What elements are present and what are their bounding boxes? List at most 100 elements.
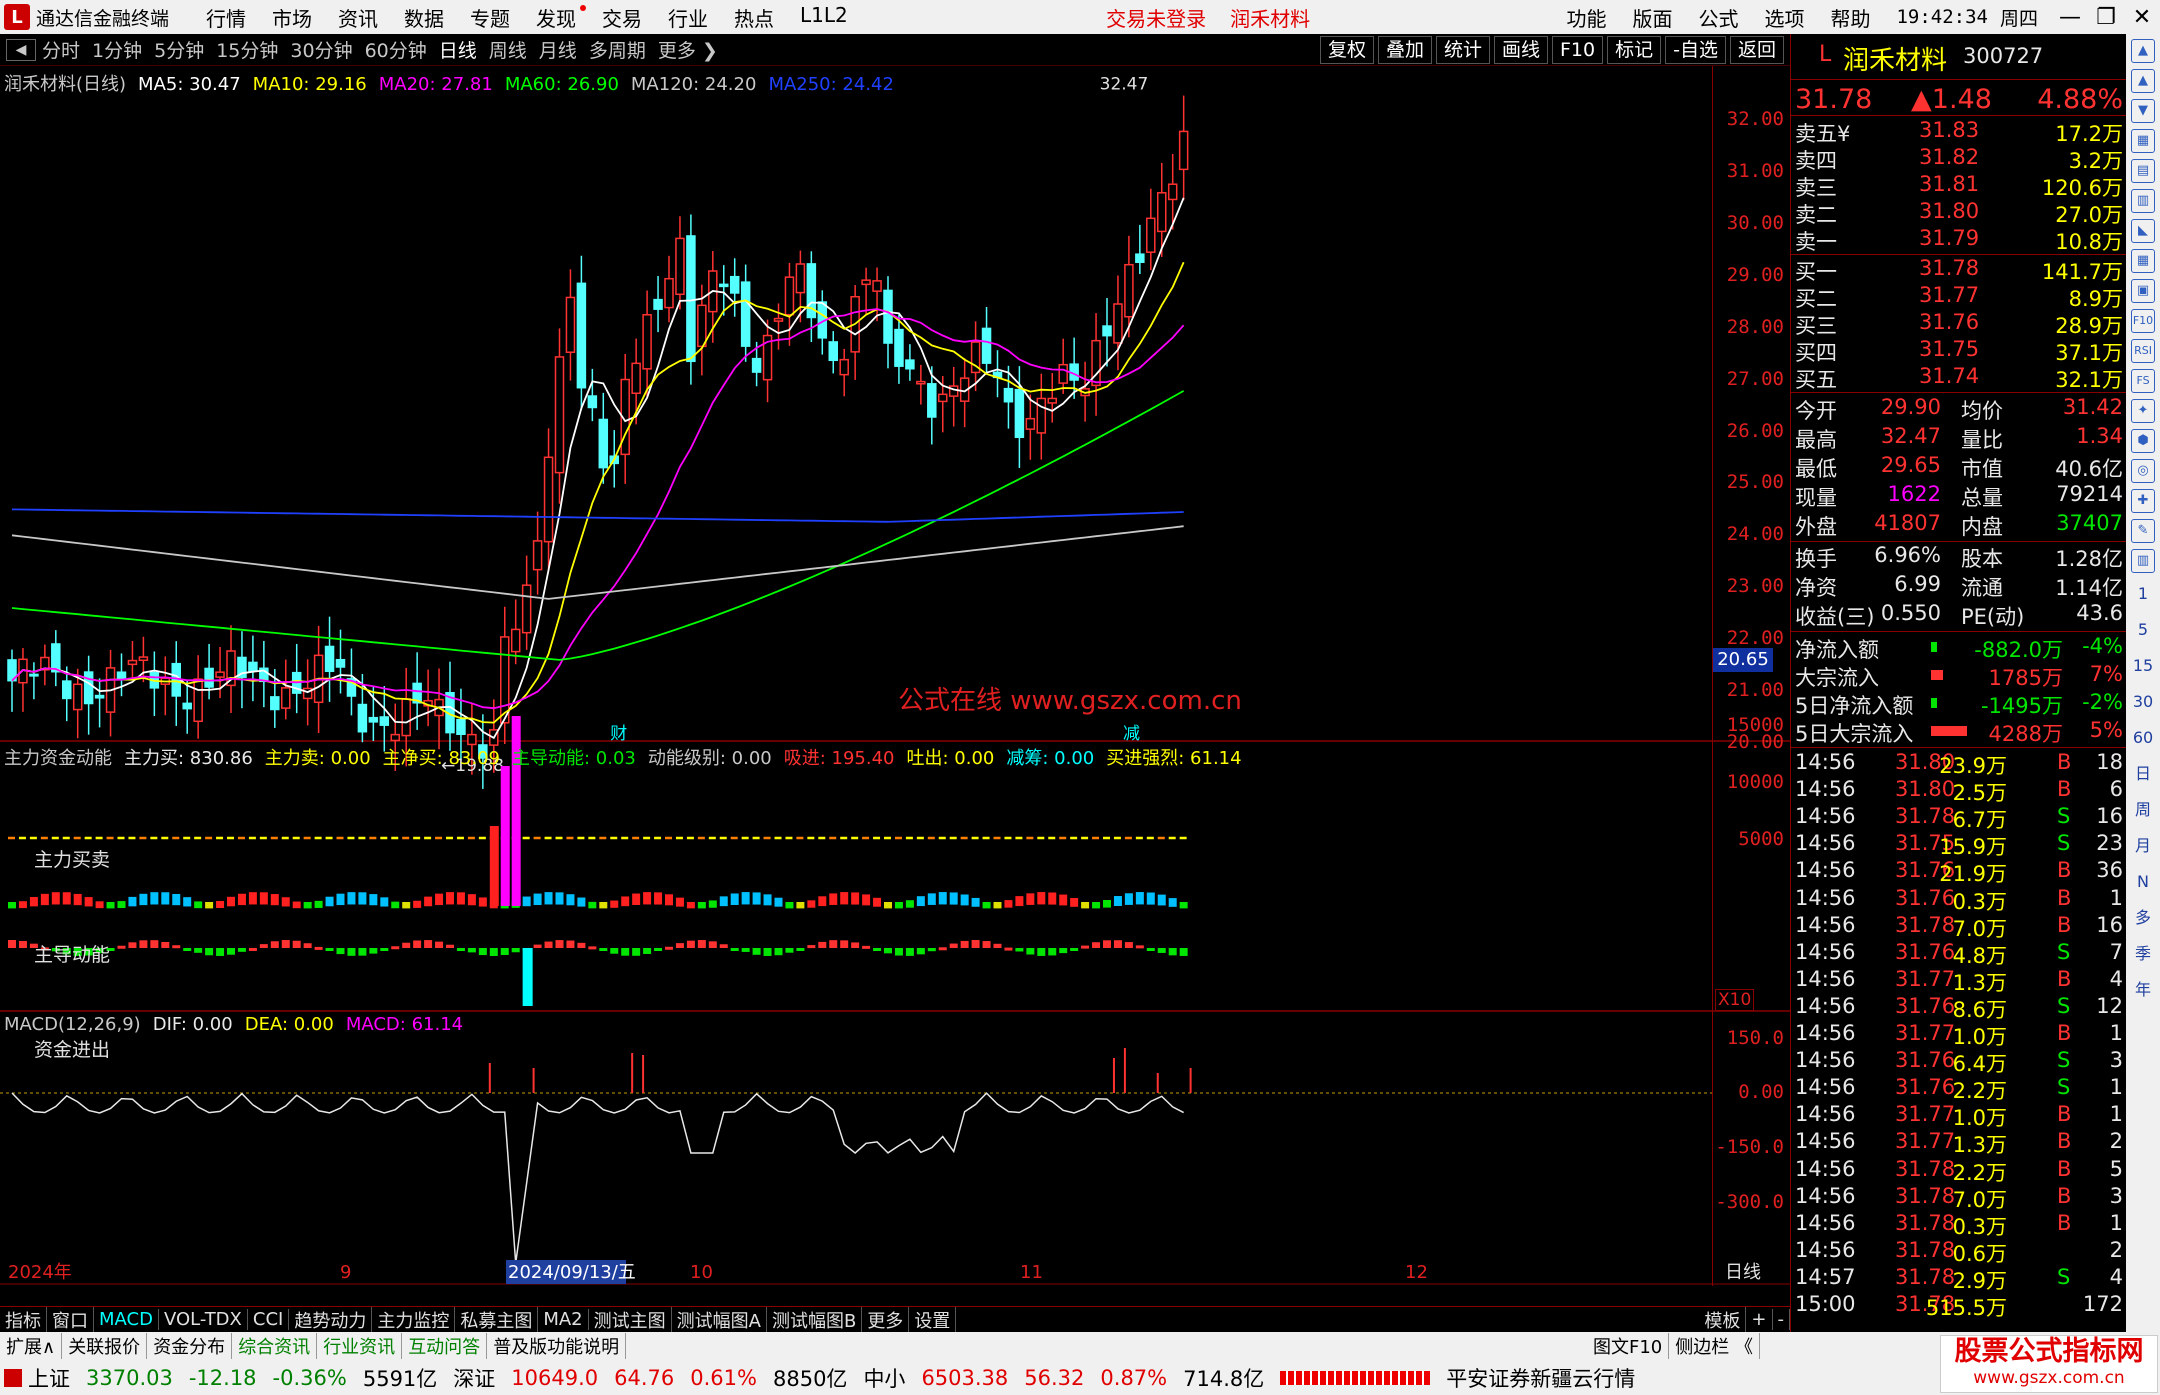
- info-tab-item-3[interactable]: 综合资讯: [232, 1333, 318, 1359]
- indicator-tab-item-5[interactable]: 趋势动力: [289, 1306, 373, 1333]
- side-panel-toggle-item-0[interactable]: 图文F10: [1587, 1333, 1670, 1359]
- kline-chart[interactable]: 32.47←19.88财 减主力买卖主导动能资金进出2024年 9 2024/09/1…: [0, 66, 1790, 1286]
- side-tool-icon[interactable]: ✎: [2131, 519, 2155, 543]
- tool-button-item-5[interactable]: 标记: [1607, 35, 1662, 64]
- bid-row[interactable]: 买四 31.75 37.1万: [1791, 337, 2127, 365]
- ask-row[interactable]: 卖五¥ 31.83 17.2万: [1791, 118, 2127, 146]
- minute-option[interactable]: 60: [2131, 723, 2155, 753]
- side-tool-icon[interactable]: ▦: [2131, 129, 2155, 153]
- period-tab-item-10[interactable]: 更多 ❯: [658, 36, 718, 63]
- side-text-icon[interactable]: RSI: [2131, 339, 2155, 363]
- bid-row[interactable]: 买五 31.74 32.1万: [1791, 364, 2127, 392]
- indicator-tab-item-7[interactable]: 私募主图: [455, 1306, 539, 1333]
- indicator-tab-item-1[interactable]: 窗口: [47, 1306, 94, 1333]
- bid-row[interactable]: 买一 31.78 141.7万: [1791, 256, 2127, 284]
- menu-item-6[interactable]: 交易: [602, 3, 642, 32]
- info-tab-item-0[interactable]: 扩展∧: [0, 1333, 63, 1359]
- menu-item-8[interactable]: 热点: [734, 3, 774, 32]
- indicator-tab-item-8[interactable]: MA2: [538, 1309, 589, 1330]
- side-tool-icon[interactable]: ▲: [2131, 39, 2155, 63]
- right-menu-item-1[interactable]: 版面: [1632, 3, 1672, 32]
- menu-item-3[interactable]: 数据: [404, 3, 444, 32]
- period-option[interactable]: 周: [2131, 795, 2155, 825]
- menu-item-1[interactable]: 市场: [272, 3, 312, 32]
- right-menu-item-0[interactable]: 功能: [1566, 3, 1606, 32]
- ask-row[interactable]: 卖一 31.79 10.8万: [1791, 226, 2127, 254]
- period-tab-item-4[interactable]: 30分钟: [290, 36, 352, 63]
- indicator-tab-item-10[interactable]: 测试幅图A: [672, 1306, 767, 1333]
- indicator-tab-item-12[interactable]: 更多: [862, 1306, 910, 1333]
- side-text-icon[interactable]: F10: [2131, 309, 2155, 333]
- indicator-tab-item-13[interactable]: 设置: [909, 1306, 957, 1333]
- menu-item-7[interactable]: 行业: [668, 3, 708, 32]
- side-tool-icon[interactable]: ◎: [2131, 459, 2155, 483]
- indicator-tab-item-9[interactable]: 测试主图: [589, 1306, 672, 1333]
- tool-button-item-4[interactable]: F10: [1552, 35, 1604, 64]
- period-tab-item-8[interactable]: 月线: [539, 36, 577, 63]
- period-option[interactable]: 月: [2131, 831, 2155, 861]
- ask-row[interactable]: 卖四 31.82 3.2万: [1791, 145, 2127, 173]
- period-tab-item-2[interactable]: 5分钟: [154, 36, 204, 63]
- menu-item-0[interactable]: 行情: [206, 3, 246, 32]
- menu-item-4[interactable]: 专题: [470, 3, 510, 32]
- period-tab-item-5[interactable]: 60分钟: [365, 36, 427, 63]
- side-tool-icon[interactable]: ▥: [2131, 189, 2155, 213]
- bid-row[interactable]: 买二 31.77 8.9万: [1791, 283, 2127, 311]
- tool-button-item-7[interactable]: 返回: [1729, 35, 1784, 64]
- minute-option[interactable]: 1: [2131, 579, 2155, 609]
- menu-item-5[interactable]: 发现: [536, 3, 586, 32]
- info-tab-item-2[interactable]: 资金分布: [147, 1333, 233, 1359]
- side-tool-icon[interactable]: ▦: [2131, 249, 2155, 273]
- right-menu-item-2[interactable]: 公式: [1698, 3, 1738, 32]
- period-tab-item-6[interactable]: 日线: [439, 36, 477, 63]
- right-menu-item-3[interactable]: 选项: [1764, 3, 1804, 32]
- minute-option[interactable]: 15: [2131, 651, 2155, 681]
- side-tool-icon[interactable]: ▼: [2131, 99, 2155, 123]
- indicator-tab-item-4[interactable]: CCI: [248, 1309, 290, 1330]
- side-panel-toggle-item-1[interactable]: 侧边栏 《: [1669, 1333, 1760, 1359]
- tool-button-item-6[interactable]: -自选: [1665, 35, 1726, 64]
- info-tab-item-1[interactable]: 关联报价: [62, 1333, 148, 1359]
- side-tool-icon[interactable]: ▣: [2131, 279, 2155, 303]
- side-tool-icon[interactable]: ▲: [2131, 69, 2155, 93]
- tool-button-item-2[interactable]: 统计: [1435, 35, 1490, 64]
- side-tool-icon[interactable]: ✚: [2131, 489, 2155, 513]
- tool-button-item-0[interactable]: 复权: [1319, 35, 1374, 64]
- period-option[interactable]: N: [2131, 867, 2155, 897]
- period-tab-item-7[interactable]: 周线: [489, 36, 527, 63]
- right-menu-item-4[interactable]: 帮助: [1830, 3, 1870, 32]
- menu-item-9[interactable]: L1L2: [800, 3, 848, 32]
- side-tool-icon[interactable]: ✦: [2131, 399, 2155, 423]
- indicator-tab-item-11[interactable]: 测试幅图B: [767, 1306, 863, 1333]
- template-button-item-1[interactable]: +: [1746, 1309, 1773, 1330]
- indicator-tab-item-3[interactable]: VOL-TDX: [159, 1309, 248, 1330]
- ask-row[interactable]: 卖三 31.81 120.6万: [1791, 172, 2127, 200]
- template-button-item-0[interactable]: 模板: [1699, 1306, 1747, 1333]
- period-option[interactable]: 季: [2131, 939, 2155, 969]
- side-tool-icon[interactable]: ▥: [2131, 549, 2155, 573]
- indicator-tab-item-0[interactable]: 指标: [0, 1306, 47, 1333]
- event-marker[interactable]: 财: [610, 724, 627, 744]
- minimize-icon[interactable]: —: [2052, 5, 2088, 30]
- minute-option[interactable]: 30: [2131, 687, 2155, 717]
- period-tab-item-9[interactable]: 多周期: [589, 36, 646, 63]
- side-tool-icon[interactable]: ◣: [2131, 219, 2155, 243]
- tool-button-item-1[interactable]: 叠加: [1377, 35, 1432, 64]
- info-tab-item-5[interactable]: 互动问答: [402, 1333, 488, 1359]
- indicator-tab-item-6[interactable]: 主力监控: [372, 1306, 456, 1333]
- tool-button-item-3[interactable]: 画线: [1493, 35, 1548, 64]
- indicator-tab-item-2[interactable]: MACD: [94, 1309, 159, 1330]
- info-tab-item-6[interactable]: 普及版功能说明: [487, 1333, 627, 1359]
- info-tab-item-4[interactable]: 行业资讯: [317, 1333, 403, 1359]
- period-option[interactable]: 日: [2131, 759, 2155, 789]
- side-text-icon[interactable]: FS: [2131, 369, 2155, 393]
- period-tab-item-1[interactable]: 1分钟: [92, 36, 142, 63]
- restore-icon[interactable]: ❐: [2088, 5, 2124, 30]
- close-icon[interactable]: ✕: [2124, 5, 2160, 30]
- menu-item-2[interactable]: 资讯: [338, 3, 378, 32]
- login-status[interactable]: 交易未登录: [1106, 3, 1206, 32]
- side-tool-icon[interactable]: ▤: [2131, 159, 2155, 183]
- period-option[interactable]: 年: [2131, 975, 2155, 1005]
- period-tab-item-3[interactable]: 15分钟: [216, 36, 278, 63]
- event-marker[interactable]: 减: [1123, 724, 1140, 744]
